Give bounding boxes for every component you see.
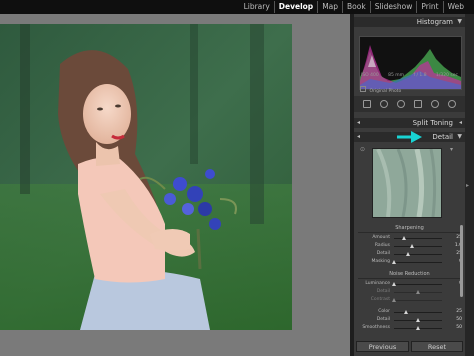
slider-value[interactable]: 50 <box>448 325 462 330</box>
module-picker: Library Develop Map Book Slideshow Print… <box>240 1 468 13</box>
arrow-icon <box>397 131 422 143</box>
slider-knob[interactable] <box>402 236 406 240</box>
collapse-icon[interactable]: ▼ <box>457 17 462 27</box>
shutter-value: 1/320 sec <box>435 73 458 78</box>
slider-track[interactable] <box>394 262 442 263</box>
histogram-header[interactable]: Histogram ▼ <box>354 17 465 27</box>
slider-label: Luminance <box>365 281 390 286</box>
slider-knob[interactable] <box>392 282 396 286</box>
panel-expand-icon: ◂ <box>357 133 361 140</box>
checkbox-icon[interactable] <box>360 86 366 92</box>
module-library[interactable]: Library <box>240 1 275 13</box>
iso-value: ISO 400 <box>361 73 379 78</box>
slider-label: Detail <box>376 317 390 322</box>
spot-removal-icon[interactable] <box>379 100 388 108</box>
crop-icon[interactable] <box>362 100 371 108</box>
previous-button[interactable]: Previous <box>356 341 409 352</box>
slider-knob[interactable] <box>416 326 420 330</box>
slider-knob[interactable] <box>404 310 408 314</box>
slider-knob[interactable] <box>416 318 420 322</box>
sharpening-amount-slider[interactable]: Amount 25 <box>358 235 462 242</box>
panel-expand-icon: ◂ <box>357 119 361 126</box>
sharpening-detail-slider[interactable]: Detail 25 <box>358 251 462 258</box>
split-toning-title: Split Toning <box>412 119 453 127</box>
slider-label: Color <box>378 309 390 314</box>
slider-track[interactable] <box>394 300 442 301</box>
slider-track[interactable] <box>394 284 442 285</box>
collapse-icon[interactable]: ◂ <box>459 118 462 128</box>
sharpening-title: Sharpening <box>395 225 424 231</box>
slider-label: Contrast <box>370 297 390 302</box>
slider-knob[interactable] <box>406 252 410 256</box>
section-divider <box>358 232 461 233</box>
slider-value[interactable]: 25 <box>448 309 462 314</box>
smoothness-slider[interactable]: Smoothness 50 <box>358 325 462 332</box>
slider-track[interactable] <box>394 312 442 313</box>
slider-knob[interactable] <box>392 298 396 302</box>
section-divider <box>358 278 461 279</box>
aperture-value: f / 1.8 <box>413 73 427 78</box>
main-photo[interactable] <box>0 24 292 330</box>
detail-preview[interactable] <box>372 148 442 218</box>
split-toning-header[interactable]: ◂ Split Toning ◂ <box>354 118 465 128</box>
warning-icon: ▾ <box>450 146 454 153</box>
right-panel: Histogram ▼ ISO 400 85 mm f / 1.8 1/320 … <box>354 14 465 356</box>
radial-filter-icon[interactable] <box>431 100 440 108</box>
color-slider[interactable]: Color 25 <box>358 309 462 316</box>
slider-label: Detail <box>376 289 390 294</box>
module-develop[interactable]: Develop <box>275 1 319 13</box>
luminance-detail-slider[interactable]: Detail <box>358 289 462 296</box>
module-bar: Library Develop Map Book Slideshow Print… <box>0 0 474 14</box>
slider-knob[interactable] <box>410 244 414 248</box>
panel-scrollbar-thumb[interactable] <box>460 225 463 297</box>
module-print[interactable]: Print <box>417 1 444 13</box>
histogram-graph <box>359 36 462 90</box>
histogram-title: Histogram <box>416 18 453 26</box>
slider-label: Smoothness <box>362 325 390 330</box>
slider-value[interactable]: 50 <box>448 317 462 322</box>
module-book[interactable]: Book <box>343 1 371 13</box>
tool-strip <box>354 96 465 112</box>
slider-track[interactable] <box>394 254 442 255</box>
red-eye-icon[interactable] <box>396 100 405 108</box>
slider-label: Detail <box>376 251 390 256</box>
luminance-contrast-slider[interactable]: Contrast <box>358 297 462 304</box>
slider-knob[interactable] <box>392 260 396 264</box>
reset-button[interactable]: Reset <box>411 341 463 352</box>
sharpening-radius-slider[interactable]: Radius 1.0 <box>358 243 462 250</box>
module-web[interactable]: Web <box>444 1 468 13</box>
collapse-icon[interactable]: ▼ <box>457 132 462 142</box>
detail-title: Detail <box>432 133 453 141</box>
target-adjustment-icon[interactable]: ⊙ <box>360 146 365 153</box>
focal-value: 85 mm <box>388 73 405 78</box>
expand-panel-icon[interactable]: ▸ <box>466 182 469 189</box>
module-map[interactable]: Map <box>318 1 344 13</box>
slider-knob[interactable] <box>416 290 420 294</box>
sharpening-masking-slider[interactable]: Masking 0 <box>358 259 462 266</box>
original-photo-label: Original Photo <box>369 89 402 94</box>
slider-label: Radius <box>374 243 390 248</box>
adjustment-brush-icon[interactable] <box>448 100 457 108</box>
slider-label: Amount <box>372 235 390 240</box>
histogram-info: ISO 400 85 mm f / 1.8 1/320 sec <box>359 73 460 78</box>
slider-label: Masking <box>371 259 390 264</box>
luminance-slider[interactable]: Luminance 0 <box>358 281 462 288</box>
module-slideshow[interactable]: Slideshow <box>371 1 418 13</box>
noise-reduction-title: Noise Reduction <box>389 271 430 277</box>
graduated-filter-icon[interactable] <box>414 100 423 108</box>
original-photo-checkbox[interactable]: Original Photo <box>360 86 401 94</box>
color-detail-slider[interactable]: Detail 50 <box>358 317 462 324</box>
slider-track[interactable] <box>394 246 442 247</box>
panel-scrollbar-track[interactable]: ▸ <box>465 14 474 356</box>
